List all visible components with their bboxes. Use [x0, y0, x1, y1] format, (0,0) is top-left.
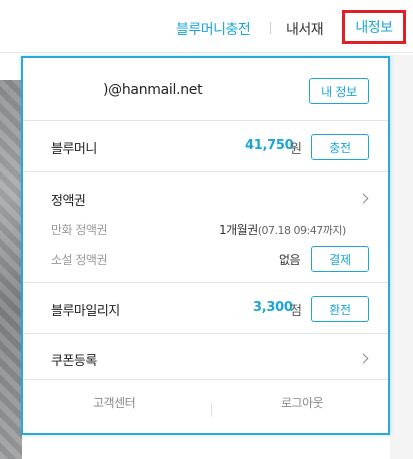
- my-info-button[interactable]: 내 정보: [309, 78, 369, 104]
- pass-label[interactable]: 정액권: [51, 190, 86, 209]
- comic-pass-value: 1개월권(07.18 09:47까지): [219, 221, 346, 238]
- bluemoney-amount: 41,750: [245, 138, 294, 153]
- background-artwork: [0, 80, 22, 459]
- pass-row: 정액권 만화 정액권 1개월권(07.18 09:47까지) 소설 정액권 없음…: [23, 172, 388, 283]
- nav-separator: [270, 22, 271, 34]
- novel-pass-label: 소설 정액권: [51, 253, 108, 267]
- chevron-right-icon[interactable]: [358, 193, 369, 204]
- coupon-row[interactable]: 쿠폰등록: [23, 334, 388, 380]
- myinfo-dropdown-panel: )@hanmail.net 내 정보 블루머니 41,750 원 충전 정액권 …: [21, 56, 390, 435]
- chevron-right-icon[interactable]: [358, 353, 369, 364]
- footer-separator: [211, 403, 212, 417]
- charge-button[interactable]: 충전: [311, 134, 369, 160]
- comic-pass-label: 만화 정액권: [51, 223, 108, 237]
- nav-library-link[interactable]: 내서재: [286, 19, 324, 39]
- mileage-unit: 점: [290, 304, 302, 319]
- exchange-button[interactable]: 환전: [311, 296, 369, 322]
- nav-bluemoney-charge-link[interactable]: 블루머니충전: [176, 19, 251, 39]
- logout-link[interactable]: 로그아웃: [281, 394, 324, 411]
- top-navigation: 블루머니충전 내서재 내정보: [0, 0, 413, 52]
- mileage-row: 블루마일리지 3,300 점 환전: [23, 283, 388, 334]
- nav-myinfo-link[interactable]: 내정보: [342, 10, 406, 44]
- background-right-strip: [390, 55, 413, 459]
- account-email: )@hanmail.net: [103, 82, 203, 98]
- bluemoney-label: 블루머니: [51, 142, 97, 157]
- mileage-amount: 3,300: [253, 300, 293, 315]
- bluemoney-row: 블루머니 41,750 원 충전: [23, 121, 388, 172]
- header-divider: [0, 52, 413, 53]
- mileage-label: 블루마일리지: [51, 304, 120, 319]
- novel-pass-value: 없음: [279, 253, 301, 267]
- customer-center-link[interactable]: 고객센터: [93, 394, 136, 411]
- coupon-label[interactable]: 쿠폰등록: [51, 350, 97, 369]
- comic-pass-expiry: (07.18 09:47까지): [257, 224, 347, 237]
- account-row: )@hanmail.net 내 정보: [23, 58, 388, 121]
- pay-button[interactable]: 결제: [311, 246, 369, 272]
- bluemoney-unit: 원: [290, 142, 302, 157]
- comic-pass-type: 1개월권: [219, 223, 258, 237]
